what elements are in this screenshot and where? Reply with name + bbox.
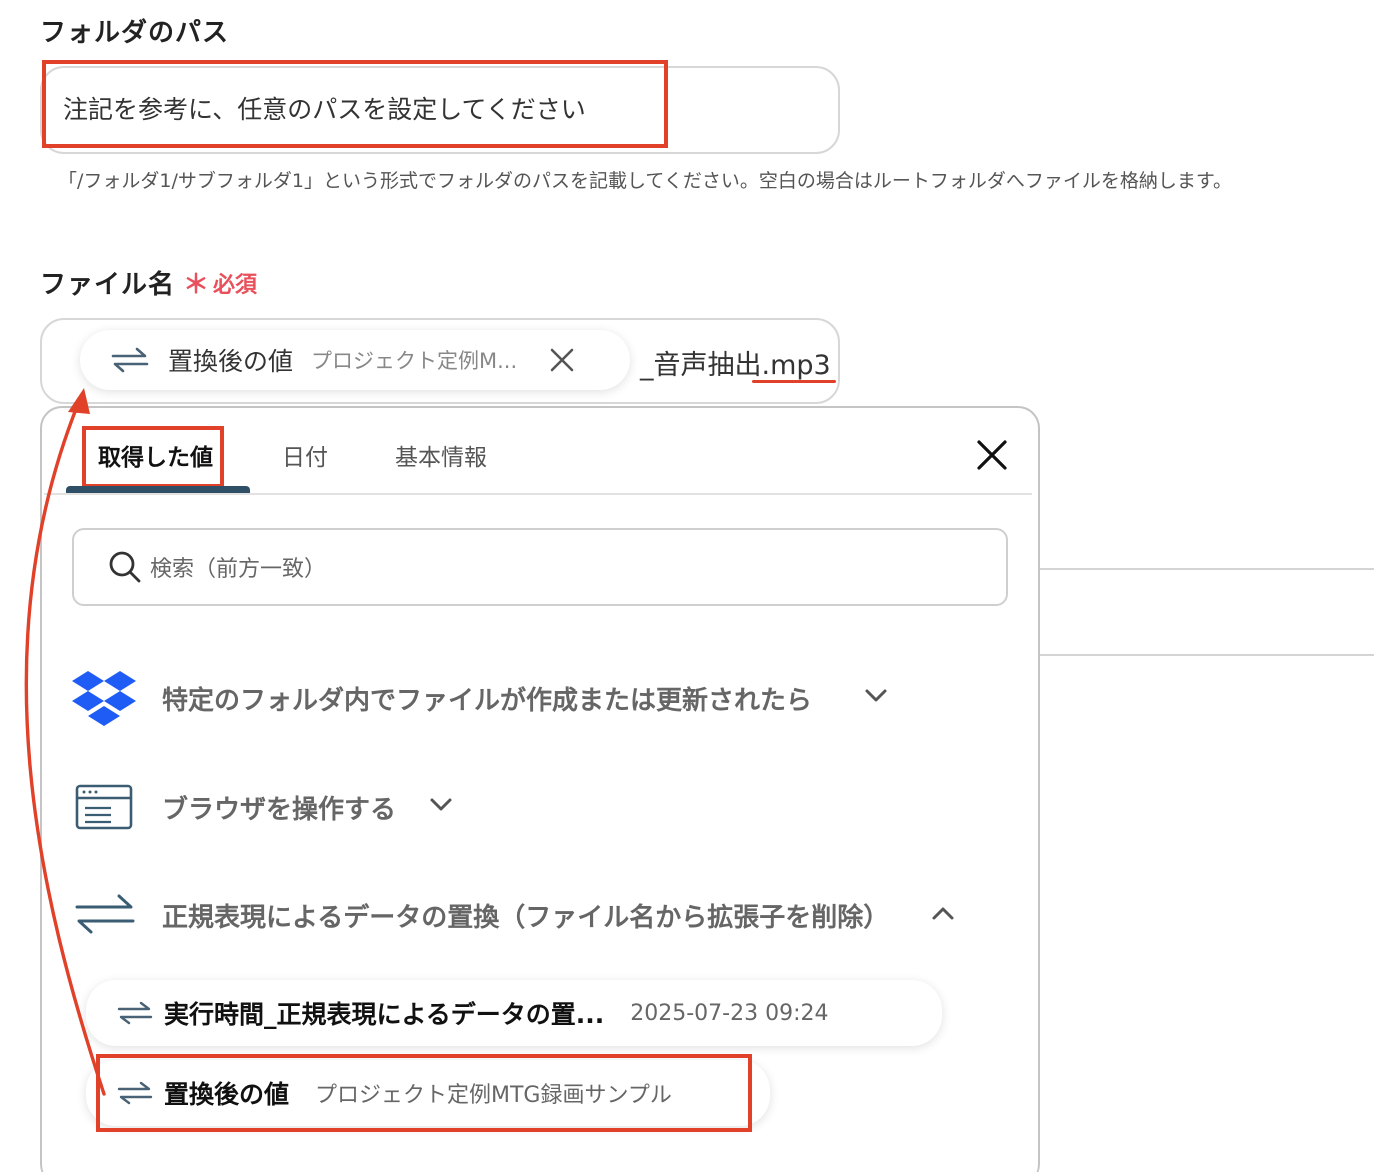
search-icon: [109, 551, 141, 583]
chevron-down-icon[interactable]: [429, 797, 453, 813]
close-icon[interactable]: [549, 347, 575, 373]
folder-path-hint: 「/フォルダ1/サブフォルダ1」という形式でフォルダのパスを記載してください。空…: [58, 170, 1232, 192]
dropbox-icon: [72, 671, 136, 726]
required-text: 必須: [213, 272, 258, 298]
item-label: 実行時間_正規表現によるデータの置...: [164, 1000, 605, 1029]
filename-suffix-text: _音声抽出.mp3: [640, 350, 831, 381]
highlight-box-item: [96, 1054, 752, 1132]
chevron-down-icon[interactable]: [864, 688, 888, 704]
filename-value-chip[interactable]: 置換後の値 プロジェクト定例M...: [80, 330, 630, 390]
required-mark: ＊: [183, 270, 210, 300]
divider: [1040, 568, 1374, 570]
filename-label-row: ファイル名 ＊ 必須: [40, 264, 257, 301]
list-item-execution-time[interactable]: 実行時間_正規表現によるデータの置... 2025-07-23 09:24: [86, 980, 942, 1046]
swap-icon: [117, 1001, 153, 1025]
browser-icon: [75, 784, 133, 830]
swap-icon: [75, 894, 135, 934]
folder-path-label: フォルダのパス: [40, 18, 230, 48]
search-placeholder: 検索（前方一致）: [150, 557, 327, 582]
tab-date[interactable]: 日付: [282, 438, 328, 472]
highlight-box-tab: [82, 426, 224, 488]
group-title-regex-replace[interactable]: 正規表現によるデータの置換（ファイル名から拡張子を削除）: [162, 897, 889, 934]
chevron-up-icon[interactable]: [931, 905, 955, 921]
chip-label: 置換後の値: [168, 347, 294, 376]
divider: [1040, 654, 1374, 656]
tab-divider: [44, 493, 1032, 495]
highlight-box-folder-input: [42, 60, 668, 148]
close-panel-icon[interactable]: [975, 438, 1009, 472]
swap-icon: [111, 347, 149, 373]
chip-value: プロジェクト定例M...: [311, 349, 518, 373]
group-title-dropbox-trigger[interactable]: 特定のフォルダ内でファイルが作成または更新されたら: [162, 680, 812, 717]
item-value: 2025-07-23 09:24: [630, 1000, 829, 1026]
tab-basic-info[interactable]: 基本情報: [395, 438, 487, 472]
search-box[interactable]: 検索（前方一致）: [72, 528, 1008, 606]
filename-label: ファイル名: [40, 270, 176, 300]
suffix-underline: [752, 380, 836, 383]
group-title-browser[interactable]: ブラウザを操作する: [162, 789, 396, 826]
